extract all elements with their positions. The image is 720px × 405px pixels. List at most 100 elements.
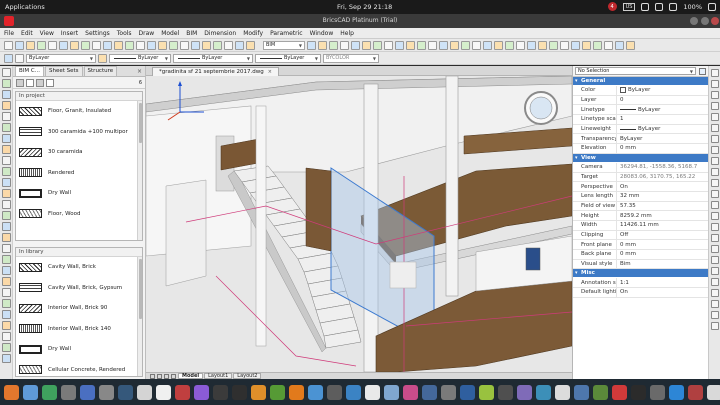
document-tab[interactable]: *gradinita sf 21 septembrie 2017.dwg × bbox=[152, 67, 279, 76]
tool-6-icon[interactable] bbox=[362, 40, 371, 50]
property-value[interactable]: 8259.2 mm bbox=[617, 213, 708, 219]
tool-3-icon[interactable] bbox=[329, 40, 338, 50]
tool-26-icon[interactable] bbox=[582, 40, 591, 50]
material-item[interactable]: Dry Wall bbox=[16, 183, 142, 204]
minimize-button[interactable] bbox=[690, 17, 698, 25]
menu-tools[interactable]: Tools bbox=[117, 30, 132, 37]
tool-16-icon[interactable] bbox=[472, 40, 481, 50]
layout-icon[interactable] bbox=[180, 40, 189, 50]
panel-tool-9-icon[interactable] bbox=[711, 157, 719, 165]
draw-tool-26-icon[interactable] bbox=[2, 343, 11, 352]
draw-tool-12-icon[interactable] bbox=[2, 189, 11, 198]
property-value[interactable]: 0 mm bbox=[617, 242, 708, 248]
vlc-icon[interactable] bbox=[289, 384, 304, 400]
close-button[interactable] bbox=[711, 17, 719, 25]
layers-icon[interactable] bbox=[4, 53, 13, 63]
property-row[interactable]: Target 28083.06, 3170.75, 165.22 bbox=[573, 172, 708, 183]
property-row[interactable]: Front plane 0 mm bbox=[573, 240, 708, 250]
property-row[interactable]: Visual style Bim bbox=[573, 259, 708, 270]
app-icon[interactable] bbox=[479, 384, 494, 400]
category-view[interactable]: View bbox=[573, 153, 708, 163]
tool-27-icon[interactable] bbox=[593, 40, 602, 50]
panel-tool-13-icon[interactable] bbox=[711, 201, 719, 209]
volume-icon[interactable] bbox=[655, 2, 664, 11]
app-icon[interactable] bbox=[517, 384, 532, 400]
app-icon[interactable] bbox=[631, 384, 646, 400]
tool-24-icon[interactable] bbox=[560, 40, 569, 50]
menu-view[interactable]: View bbox=[40, 30, 54, 37]
panel-tool-8-icon[interactable] bbox=[711, 146, 719, 154]
pinguy-icon[interactable] bbox=[61, 384, 76, 400]
property-value[interactable]: Bim bbox=[617, 261, 708, 267]
material-item[interactable]: Rendered bbox=[16, 163, 142, 184]
filter-icon[interactable] bbox=[36, 78, 44, 87]
menu-help[interactable]: Help bbox=[340, 30, 354, 37]
selection-combo[interactable]: No Selection ▼ bbox=[575, 67, 696, 75]
view-list-icon[interactable] bbox=[16, 78, 24, 87]
panel-tool-18-icon[interactable] bbox=[711, 256, 719, 264]
draw-tool-25-icon[interactable] bbox=[2, 332, 11, 341]
tool-29-icon[interactable] bbox=[615, 40, 624, 50]
color-combo[interactable]: ByLayer ▼ bbox=[109, 53, 171, 63]
menu-insert[interactable]: Insert bbox=[61, 30, 78, 37]
menu-model[interactable]: Model bbox=[161, 30, 179, 37]
app-icon[interactable] bbox=[365, 384, 380, 400]
tool-13-icon[interactable] bbox=[439, 40, 448, 50]
property-value[interactable]: 0 mm bbox=[617, 145, 708, 151]
property-row[interactable]: Lens length 32 mm bbox=[573, 191, 708, 202]
draw-tool-18-icon[interactable] bbox=[2, 255, 11, 264]
property-row[interactable]: Layer 0 bbox=[573, 95, 708, 106]
prev-tab-icon[interactable] bbox=[157, 373, 162, 379]
property-value[interactable]: 36294.81, -1558.36, 5168.7 bbox=[617, 164, 708, 170]
last-tab-icon[interactable] bbox=[171, 373, 176, 379]
tool-4-icon[interactable] bbox=[340, 40, 349, 50]
maximize-button[interactable] bbox=[701, 17, 709, 25]
material-item[interactable]: 30 caramida bbox=[16, 142, 142, 163]
tool-9-icon[interactable] bbox=[395, 40, 404, 50]
tool-10-icon[interactable] bbox=[406, 40, 415, 50]
scrollbar[interactable] bbox=[137, 101, 142, 240]
menu-bim[interactable]: BIM bbox=[186, 30, 197, 37]
draw-tool-3-icon[interactable] bbox=[2, 90, 11, 99]
app-icon[interactable] bbox=[669, 384, 684, 400]
layer-combo[interactable]: ByLayer ▼ bbox=[26, 53, 96, 63]
filter-icon[interactable] bbox=[699, 67, 706, 75]
first-tab-icon[interactable] bbox=[150, 373, 155, 379]
grid-icon[interactable] bbox=[213, 40, 222, 50]
property-value[interactable]: 1 bbox=[617, 116, 708, 122]
panel-tool-2-icon[interactable] bbox=[711, 80, 719, 88]
open-icon[interactable] bbox=[15, 40, 24, 50]
panel-tool-4-icon[interactable] bbox=[711, 102, 719, 110]
property-row[interactable]: Camera 36294.81, -1558.36, 5168.7 bbox=[573, 162, 708, 173]
panel-tool-15-icon[interactable] bbox=[711, 223, 719, 231]
views-icon[interactable] bbox=[191, 40, 200, 50]
plotstyle-combo[interactable]: BYCOLOR ▼ bbox=[323, 53, 379, 63]
applications-menu[interactable]: Applications bbox=[5, 3, 45, 11]
panel-tool-3-icon[interactable] bbox=[711, 91, 719, 99]
zoom-extents-icon[interactable] bbox=[136, 40, 145, 50]
chat-icon[interactable] bbox=[42, 384, 57, 400]
draw-tool-20-icon[interactable] bbox=[2, 277, 11, 286]
close-icon[interactable]: × bbox=[137, 68, 142, 75]
app-icon[interactable] bbox=[574, 384, 589, 400]
property-value[interactable]: 28083.06, 3170.75, 165.22 bbox=[617, 174, 708, 180]
redo-icon[interactable] bbox=[59, 40, 68, 50]
panel-tool-5-icon[interactable] bbox=[711, 113, 719, 121]
app-icon[interactable] bbox=[308, 384, 323, 400]
material-item[interactable]: Cavity Wall, Brick bbox=[16, 257, 142, 278]
new-icon[interactable] bbox=[4, 40, 13, 50]
tool-19-icon[interactable] bbox=[505, 40, 514, 50]
print-icon[interactable] bbox=[37, 40, 46, 50]
keyboard-layout[interactable]: US bbox=[622, 2, 636, 11]
tab-structure[interactable]: Structure bbox=[83, 66, 118, 76]
draw-tool-15-icon[interactable] bbox=[2, 222, 11, 231]
property-value[interactable]: ByLayer bbox=[617, 107, 708, 113]
monitor-icon[interactable] bbox=[118, 384, 133, 400]
property-row[interactable]: Transparency ByLayer bbox=[573, 134, 708, 145]
draw-tool-14-icon[interactable] bbox=[2, 211, 11, 220]
tool-8-icon[interactable] bbox=[384, 40, 393, 50]
app-icon[interactable] bbox=[650, 384, 665, 400]
bricscad-icon[interactable] bbox=[612, 384, 627, 400]
polar-icon[interactable] bbox=[235, 40, 244, 50]
app-icon[interactable] bbox=[441, 384, 456, 400]
